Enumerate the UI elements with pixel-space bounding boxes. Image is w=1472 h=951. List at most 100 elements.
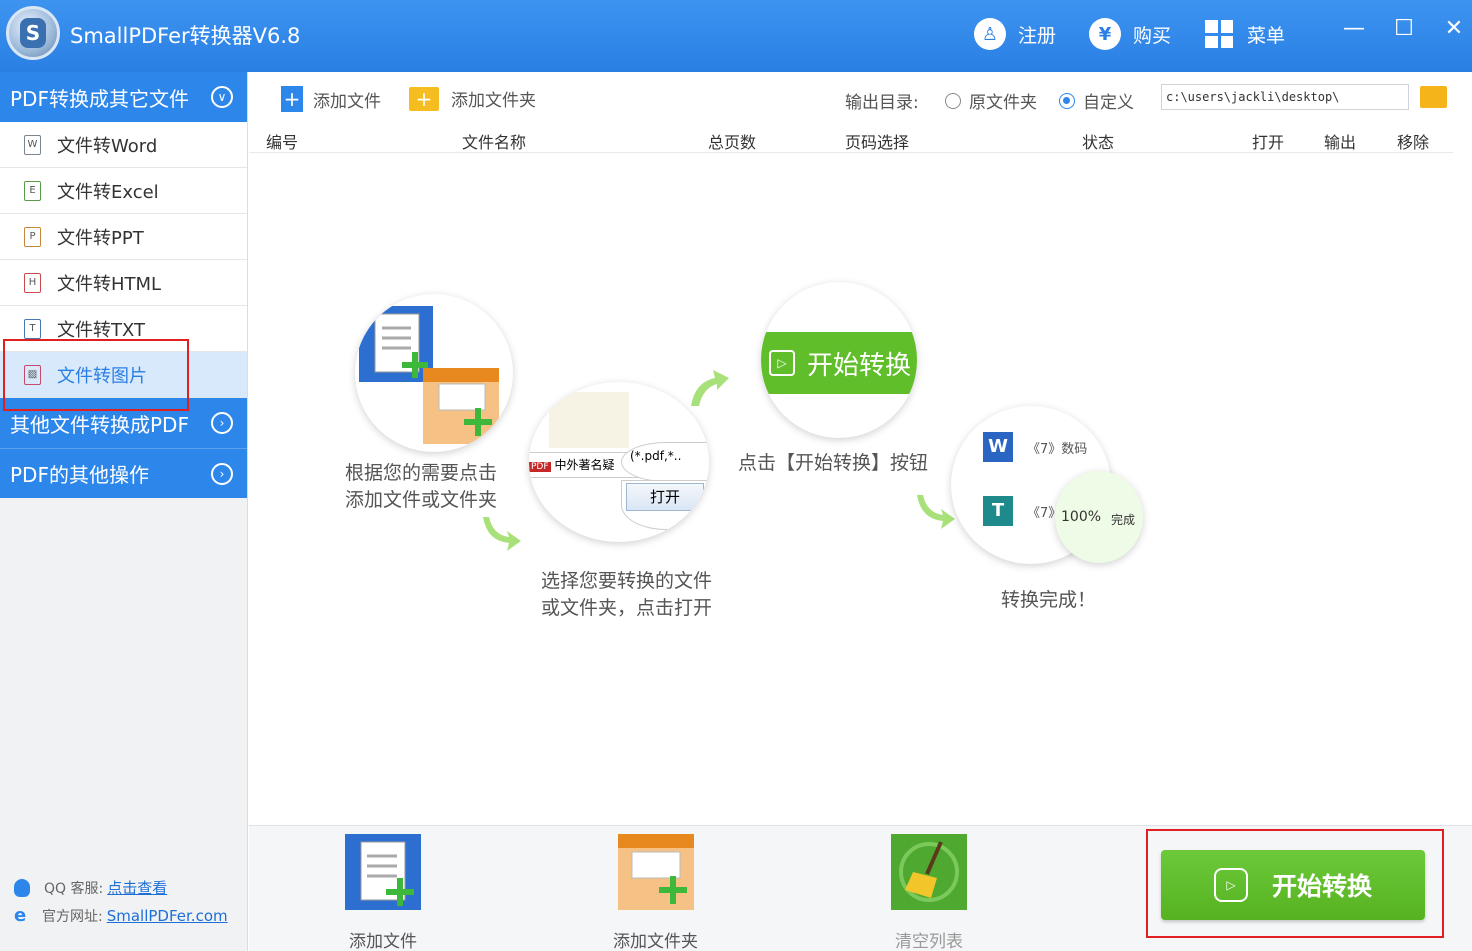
bottom-add-folder-button[interactable]: 添加文件夹 (613, 834, 698, 951)
add-file-icon: + (281, 86, 303, 112)
radio-label: 自定义 (1083, 93, 1134, 113)
clear-list-label: 清空列表 (895, 932, 963, 951)
pdf-icon: PDF (529, 462, 551, 472)
step1-line1: 根据您的需要点击 (345, 462, 498, 484)
file-table-header: 编号 文件名称 总页数 页码选择 状态 打开 输出 移除 (249, 124, 1453, 153)
sidebar-item-label: 文件转Excel (57, 181, 159, 203)
qq-link[interactable]: 点击查看 (107, 877, 167, 898)
app-window: S SmallPDFer转换器V6.8 ♙ 注册 ¥ 购买 菜单 — ☐ ✕ P… (0, 0, 1472, 951)
browser-icon: e (14, 905, 27, 926)
radio-off-icon (945, 92, 961, 109)
user-icon: ♙ (974, 18, 1006, 50)
add-folder-icon: + (409, 86, 439, 111)
buy-label: 购买 (1133, 24, 1172, 47)
section-pdf-to-other[interactable]: PDF转换成其它文件 ∨ (0, 72, 247, 122)
word-icon: W (983, 432, 1013, 462)
register-label: 注册 (1018, 24, 1057, 47)
section-title: PDF的其他操作 (10, 463, 149, 487)
ppt-file-icon: P (24, 226, 41, 247)
step2-line2: 或文件夹，点击打开 (541, 597, 713, 619)
add-file-label: 添加文件 (313, 91, 381, 112)
highlight-box-start-button (1146, 829, 1444, 938)
progress-done: 完成 (1111, 513, 1136, 527)
radio-label: 原文件夹 (969, 93, 1037, 113)
col-remove: 移除 (1397, 133, 1430, 152)
menu-label: 菜单 (1247, 24, 1286, 47)
qq-icon (14, 878, 30, 897)
add-file-button[interactable]: + 添加文件 (281, 86, 381, 112)
broom-icon (891, 834, 967, 910)
step3-text: 点击【开始转换】按钮 (738, 452, 929, 474)
add-folder-label: 添加文件夹 (451, 91, 536, 111)
col-page-select: 页码选择 (845, 133, 910, 152)
menu-button[interactable]: 菜单 (1205, 16, 1285, 52)
step2-text: 选择您要转换的文件 或文件夹，点击打开 (541, 568, 712, 622)
site-label: 官方网址: (42, 909, 103, 925)
html-file-icon: H (24, 272, 41, 293)
play-icon: ▷ (769, 350, 795, 376)
app-logo-icon: S (6, 6, 60, 60)
qq-contact: QQ 客服: 点击查看 (14, 877, 167, 898)
close-button[interactable]: ✕ (1439, 14, 1469, 44)
buy-button[interactable]: ¥ 购买 (1089, 16, 1171, 52)
qq-label: QQ 客服: (44, 880, 104, 897)
col-filename: 文件名称 (462, 133, 527, 152)
step1-text: 根据您的需要点击 添加文件或文件夹 (345, 460, 497, 514)
website-contact: e 官方网址: SmallPDFer.com (14, 906, 228, 926)
toolbar: + 添加文件 + 添加文件夹 输出目录: 原文件夹 自定义 c:\users\j… (249, 72, 1472, 124)
grid-menu-icon (1205, 20, 1233, 48)
excel-file-icon: E (24, 180, 41, 201)
chevron-down-icon: ∨ (211, 86, 233, 108)
arrow-up-right-icon (691, 370, 729, 406)
start-illustration-label: 开始转换 (807, 350, 912, 381)
site-link[interactable]: SmallPDFer.com (107, 907, 228, 925)
section-pdf-other-ops[interactable]: PDF的其他操作 › (0, 448, 247, 498)
title-bar: S SmallPDFer转换器V6.8 ♙ 注册 ¥ 购买 菜单 — ☐ ✕ (0, 0, 1472, 72)
add-folder-icon (617, 834, 694, 910)
col-output: 输出 (1324, 133, 1357, 152)
sidebar-item-label: 文件转Word (57, 135, 158, 157)
radio-custom-folder[interactable]: 自定义 (1059, 88, 1134, 113)
add-file-icon (345, 834, 421, 910)
browse-folder-icon[interactable] (1420, 86, 1447, 108)
step2-line1: 选择您要转换的文件 (541, 570, 713, 592)
step3-bubble: ▷ 开始转换 (761, 282, 917, 438)
minimize-button[interactable]: — (1339, 14, 1369, 44)
start-illustration: ▷ 开始转换 (761, 332, 917, 394)
col-pages: 总页数 (708, 133, 757, 152)
bottom-add-folder-label: 添加文件夹 (613, 932, 698, 951)
sidebar-item-html[interactable]: H 文件转HTML (0, 260, 247, 306)
maximize-button[interactable]: ☐ (1389, 14, 1419, 44)
bottom-add-file-button[interactable]: 添加文件 (345, 834, 421, 951)
step1-bubble (355, 294, 513, 452)
section-title: PDF转换成其它文件 (10, 86, 189, 111)
sidebar: PDF转换成其它文件 ∨ W 文件转Word E 文件转Excel P 文件转P… (0, 72, 248, 951)
register-button[interactable]: ♙ 注册 (974, 16, 1056, 52)
radio-on-icon (1059, 92, 1075, 109)
progress-percent: 100% (1061, 509, 1102, 525)
sidebar-item-label: 文件转HTML (57, 273, 162, 295)
sidebar-item-excel[interactable]: E 文件转Excel (0, 168, 247, 214)
radio-original-folder[interactable]: 原文件夹 (945, 88, 1037, 113)
chevron-right-icon: › (211, 412, 233, 434)
sidebar-item-label: 文件转PPT (57, 227, 144, 249)
instruction-area: 根据您的需要点击 添加文件或文件夹 PDF 中外著名疑 (*.pdf,*.. 打开… (249, 153, 1472, 825)
highlight-box-image-item (3, 339, 189, 411)
yen-icon: ¥ (1089, 18, 1121, 50)
sidebar-item-ppt[interactable]: P 文件转PPT (0, 214, 247, 260)
arrow-down-right-icon (917, 495, 955, 529)
bottom-add-file-label: 添加文件 (349, 932, 417, 951)
add-folder-button[interactable]: + 添加文件夹 (409, 86, 536, 111)
output-path-input[interactable]: c:\users\jackli\desktop\ (1161, 84, 1409, 110)
add-file-folder-illustration-icon (359, 306, 499, 444)
txt-file-icon: T (24, 318, 41, 339)
app-title: SmallPDFer转换器V6.8 (70, 24, 301, 48)
sidebar-item-word[interactable]: W 文件转Word (0, 122, 247, 168)
clear-list-button[interactable]: 清空列表 (891, 834, 967, 951)
progress-bubble: 100% 完成 (1055, 471, 1143, 563)
file-name-text: 中外著名疑 (554, 458, 615, 472)
file-filter: (*.pdf,*.. (621, 442, 709, 482)
arrow-down-right-icon (483, 517, 521, 551)
step2-bubble: PDF 中外著名疑 (*.pdf,*.. 打开 (529, 382, 709, 542)
step4-text: 转换完成！ (1001, 589, 1097, 611)
